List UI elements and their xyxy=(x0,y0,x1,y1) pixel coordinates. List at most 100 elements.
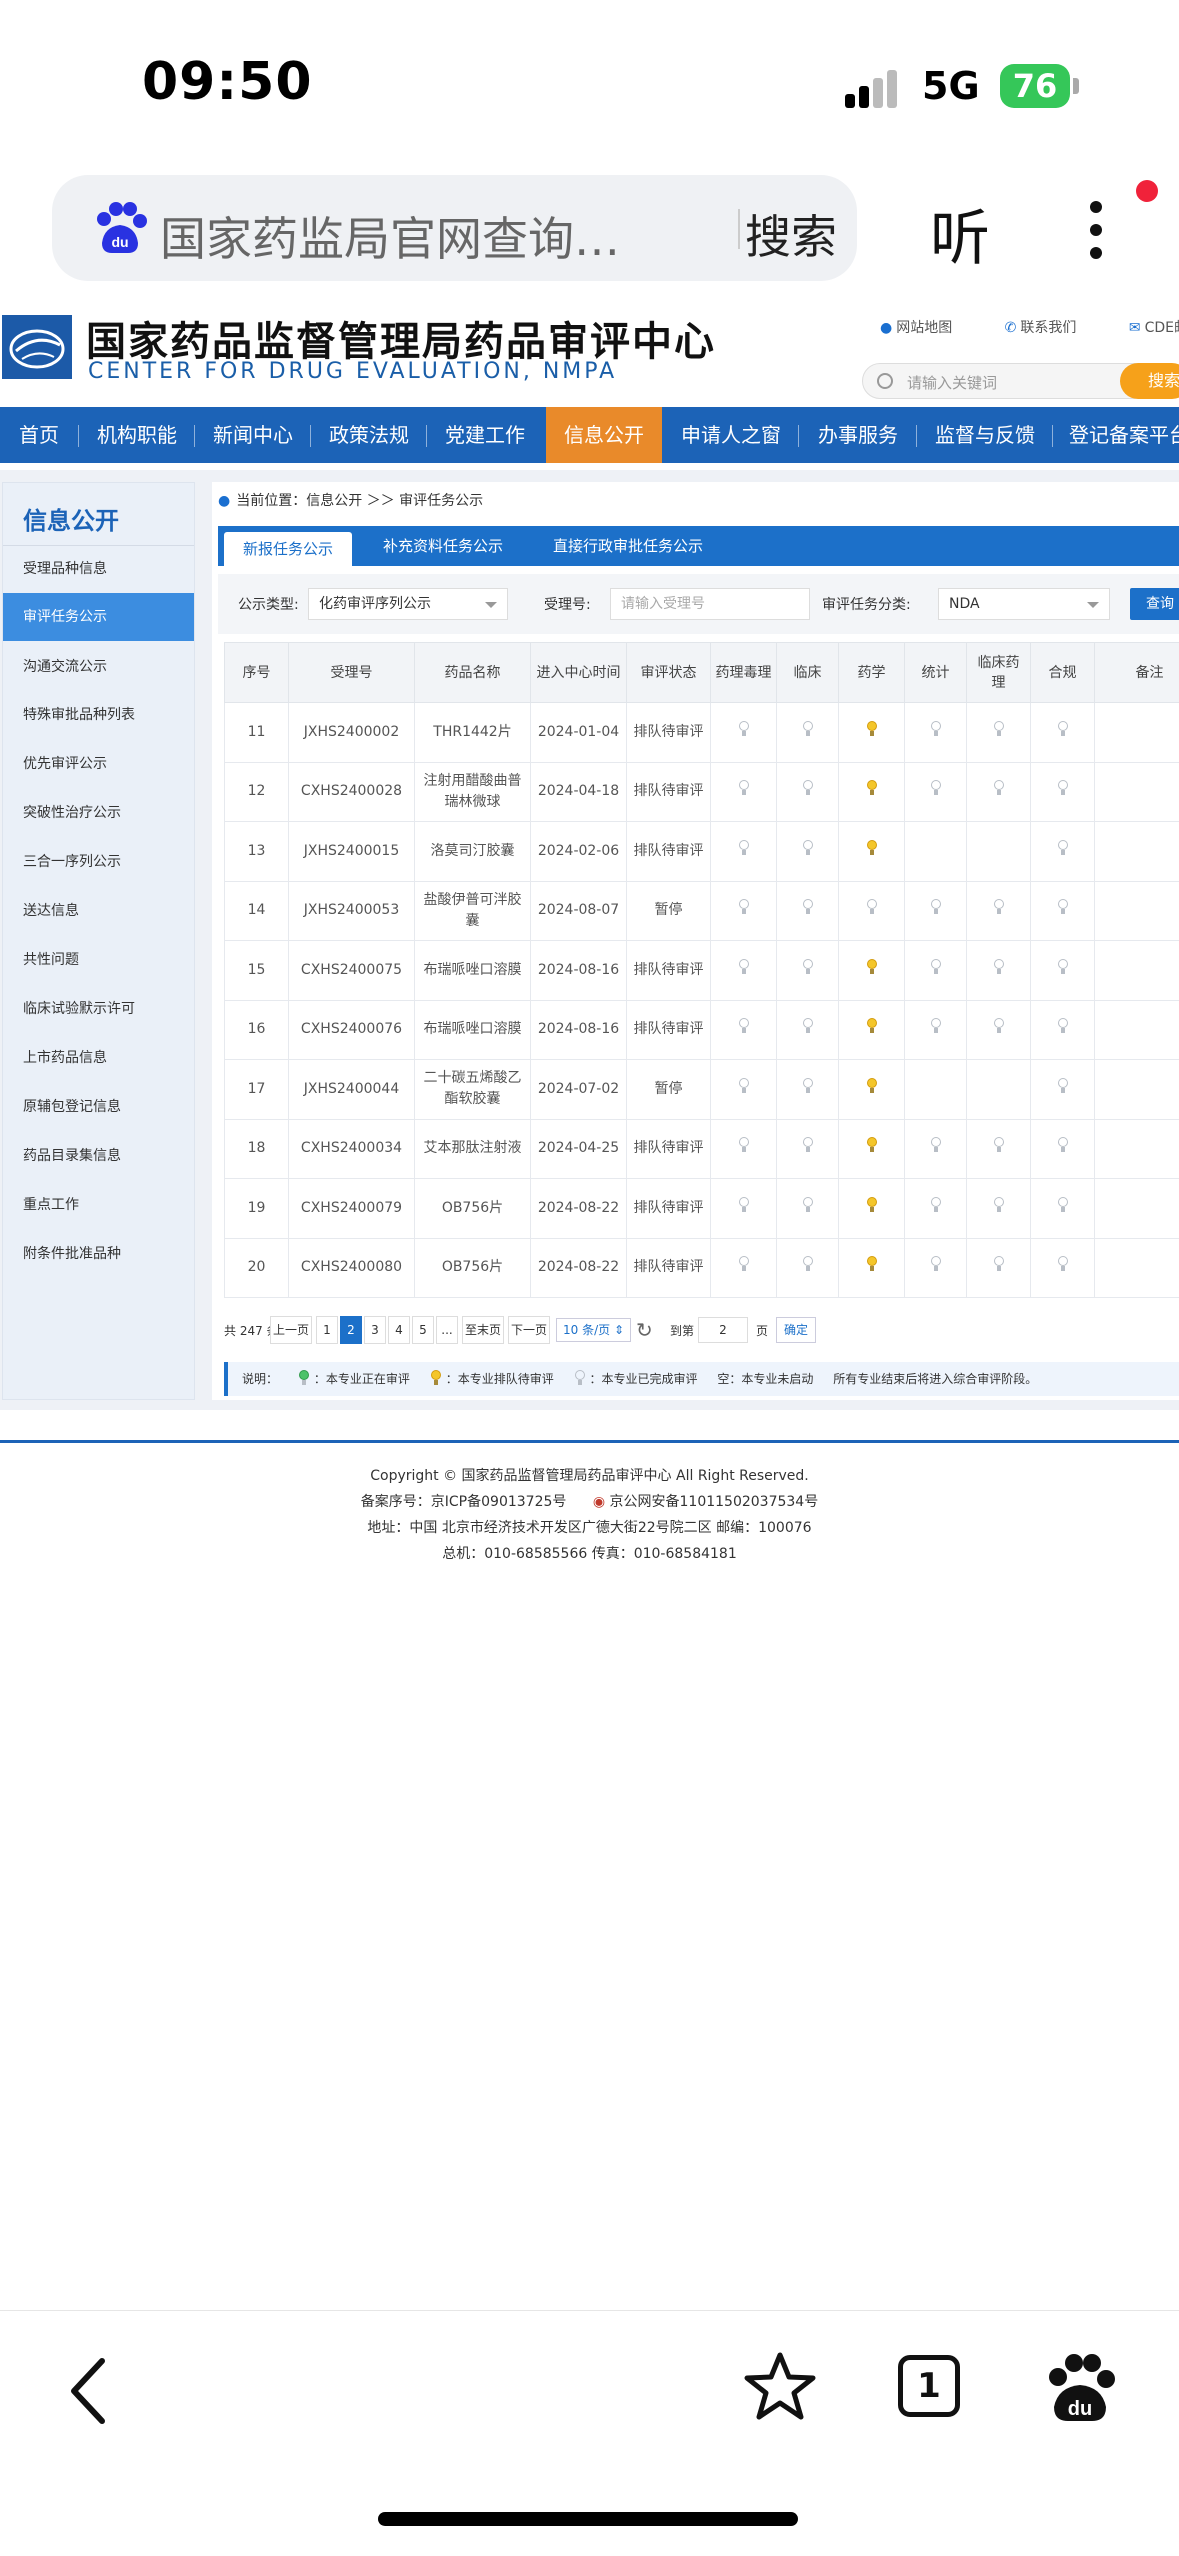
browser-search-button[interactable]: 搜索 xyxy=(726,201,856,267)
page-button-3[interactable]: 3 xyxy=(364,1316,386,1344)
back-arrow-icon[interactable] xyxy=(60,2351,120,2431)
nav-separator xyxy=(1052,425,1053,447)
bulb-grey-icon xyxy=(802,1077,814,1094)
cde-mail-link[interactable]: ✉CDE邮 xyxy=(1129,317,1179,337)
bulb-grey-icon xyxy=(993,1256,1005,1272)
sidebar-item-marketed-drugs[interactable]: 上市药品信息 xyxy=(3,1034,194,1082)
sidebar-item-communication[interactable]: 沟通交流公示 xyxy=(3,643,194,691)
bulb-grey-icon xyxy=(738,1137,750,1153)
cell-drug-name: 盐酸伊普可泮胶囊 xyxy=(414,880,531,941)
type-select[interactable]: 化药审评序列公示 xyxy=(308,588,508,620)
footer-icp[interactable]: 备案序号：京ICP备09013725号 xyxy=(361,1494,567,1510)
cell-remarks xyxy=(1094,702,1179,763)
sidebar-item-three-in-one[interactable]: 三合一序列公示 xyxy=(3,838,194,886)
cell-discipline-status xyxy=(1030,821,1095,882)
page-button-2[interactable]: 2 xyxy=(340,1316,362,1344)
browser-search-bar[interactable]: du 国家药监局官网查询… 搜索 xyxy=(52,175,857,281)
nav-info-disclosure[interactable]: 信息公开 xyxy=(546,407,662,463)
goto-confirm-button[interactable]: 确定 xyxy=(776,1317,816,1343)
cell-no: 11 xyxy=(224,702,289,763)
baidu-home-icon[interactable]: du xyxy=(1040,2349,1120,2429)
bulb-grey-icon xyxy=(802,1018,814,1034)
nav-party[interactable]: 党建工作 xyxy=(428,407,542,463)
bulb-yellow-icon xyxy=(866,1196,878,1213)
type-select-value: 化药审评序列公示 xyxy=(319,596,431,612)
browser-query[interactable]: 国家药监局官网查询… xyxy=(160,203,690,269)
cell-discipline-status xyxy=(776,940,839,1001)
class-label: 审评任务分类: xyxy=(822,597,911,613)
bulb-grey-icon xyxy=(993,1018,1005,1034)
sidebar-item-breakthrough[interactable]: 突破性治疗公示 xyxy=(3,789,194,837)
page-unit-label: 页 xyxy=(756,1324,769,1338)
cell-discipline-status xyxy=(838,1118,905,1179)
next-page-button[interactable]: 下一页 xyxy=(508,1316,550,1344)
query-button[interactable]: 查询 xyxy=(1130,588,1179,620)
cell-remarks xyxy=(1094,1237,1179,1298)
refresh-icon[interactable]: ↻ xyxy=(636,1318,653,1342)
cell-status: 排队待审评 xyxy=(626,821,711,882)
bookmark-star-icon[interactable] xyxy=(740,2347,820,2427)
contact-link[interactable]: ✆ 联系我们 xyxy=(1005,317,1101,337)
table-row: 11 JXHS2400002 THR1442片 2024-01-04 排队待审评 xyxy=(224,702,1179,763)
nav-news[interactable]: 新闻中心 xyxy=(196,407,310,463)
tab-new-tasks[interactable]: 新报任务公示 xyxy=(224,532,352,566)
sidebar-item-review-tasks[interactable]: 审评任务公示 xyxy=(3,593,194,641)
nav-registration[interactable]: 登记备案平台 xyxy=(1054,407,1179,463)
sidebar-item-accepted[interactable]: 受理品种信息 xyxy=(3,545,194,593)
nav-applicant[interactable]: 申请人之窗 xyxy=(664,407,798,463)
cell-discipline-status xyxy=(710,1118,777,1179)
page-button-4[interactable]: 4 xyxy=(388,1316,410,1344)
site-footer: Copyright © 国家药品监督管理局药品审评中心 All Right Re… xyxy=(0,1463,1179,1567)
bulb-yellow-icon xyxy=(866,780,878,796)
page-button-1[interactable]: 1 xyxy=(316,1316,338,1344)
nav-feedback[interactable]: 监督与反馈 xyxy=(918,407,1052,463)
sitemap-link[interactable]: ● 网站地图 xyxy=(880,317,976,337)
accept-number-input[interactable]: 请输入受理号 xyxy=(610,588,810,620)
tab-direct-approval[interactable]: 直接行政审批任务公示 xyxy=(528,526,728,566)
nav-about[interactable]: 机构职能 xyxy=(80,407,194,463)
site-search-button[interactable]: 搜索 xyxy=(1120,363,1179,399)
cell-discipline-status xyxy=(904,761,967,822)
footer-police[interactable]: 京公网安备11011502037534号 xyxy=(610,1494,819,1510)
bulb-grey-icon xyxy=(738,780,750,796)
last-page-button[interactable]: 至末页 xyxy=(462,1316,504,1344)
cell-drug-name: OB756片 xyxy=(414,1237,531,1298)
page-button-5[interactable]: 5 xyxy=(412,1316,434,1344)
content-area: 信息公开 受理品种信息 审评任务公示 沟通交流公示 特殊审批品种列表 优先审评公… xyxy=(0,470,1179,1410)
sidebar-item-key-work[interactable]: 重点工作 xyxy=(3,1181,194,1229)
page-size-select[interactable]: 10 条/页 ⇕ xyxy=(556,1318,632,1342)
sidebar-item-common-issues[interactable]: 共性问题 xyxy=(3,936,194,984)
tabs-button[interactable]: 1 xyxy=(898,2355,960,2417)
nav-policy[interactable]: 政策法规 xyxy=(312,407,426,463)
prev-page-button[interactable]: 上一页 xyxy=(270,1316,312,1344)
tab-supplement-tasks[interactable]: 补充资料任务公示 xyxy=(368,526,518,566)
clock: 09:50 xyxy=(142,52,313,112)
site-search-input[interactable]: 请输入关键词 xyxy=(862,363,1152,399)
nav-home[interactable]: 首页 xyxy=(0,407,78,463)
goto-page-input[interactable]: 2 xyxy=(698,1317,748,1343)
bulb-green-icon xyxy=(298,1370,310,1386)
cell-discipline-status xyxy=(904,880,967,941)
more-menu-icon[interactable] xyxy=(1080,195,1110,265)
sidebar-item-catalog[interactable]: 药品目录集信息 xyxy=(3,1132,194,1180)
sidebar-item-excipients[interactable]: 原辅包登记信息 xyxy=(3,1083,194,1131)
site-search-placeholder: 请输入关键词 xyxy=(907,374,998,392)
table-row: 19 CXHS2400079 OB756片 2024-08-22 排队待审评 xyxy=(224,1178,1179,1239)
cell-accept-no: JXHS2400044 xyxy=(288,1059,415,1120)
nav-services[interactable]: 办事服务 xyxy=(800,407,916,463)
listen-button[interactable]: 听 xyxy=(930,190,990,277)
sidebar-item-delivery[interactable]: 送达信息 xyxy=(3,887,194,935)
bulb-grey-icon xyxy=(930,899,942,915)
cell-discipline-status xyxy=(966,880,1031,941)
cell-discipline-status xyxy=(1030,940,1095,1001)
cell-discipline-status xyxy=(1030,1237,1095,1298)
sidebar-item-clinical-trial[interactable]: 临床试验默示许可 xyxy=(3,985,194,1033)
sidebar-item-special-approval[interactable]: 特殊审批品种列表 xyxy=(3,691,194,739)
cell-remarks xyxy=(1094,1178,1179,1239)
sidebar: 信息公开 受理品种信息 审评任务公示 沟通交流公示 特殊审批品种列表 优先审评公… xyxy=(2,482,195,1400)
cell-discipline-status xyxy=(904,702,967,763)
col-header-statistics: 统计 xyxy=(904,642,967,703)
sidebar-item-priority[interactable]: 优先审评公示 xyxy=(3,740,194,788)
sidebar-item-conditional[interactable]: 附条件批准品种 xyxy=(3,1230,194,1278)
class-select[interactable]: NDA xyxy=(938,588,1110,620)
